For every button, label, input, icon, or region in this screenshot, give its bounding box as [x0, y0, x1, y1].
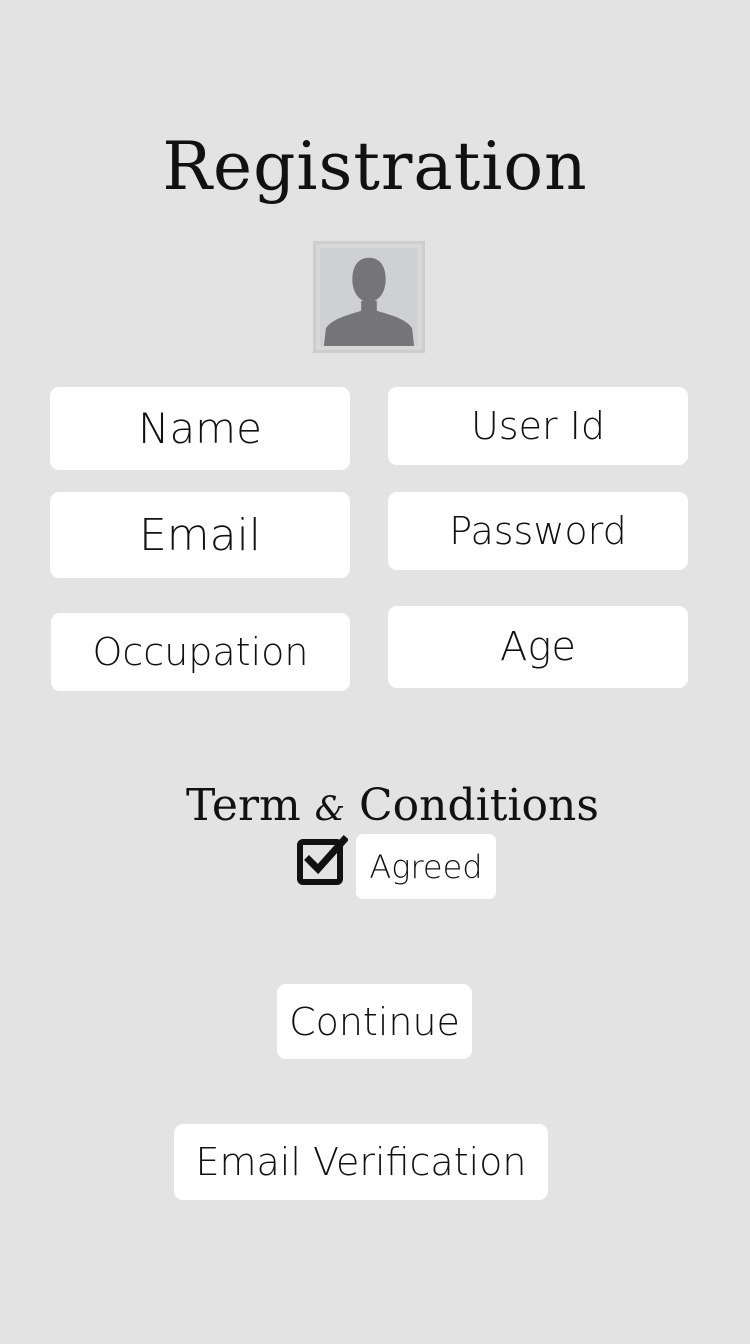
occupation-field[interactable]: Occupation — [51, 613, 350, 691]
terms-heading: Term & Conditions — [186, 780, 616, 831]
profile-avatar[interactable] — [313, 241, 425, 353]
password-field[interactable]: Password — [388, 492, 688, 570]
agreed-label[interactable]: Agreed — [356, 834, 496, 899]
user-silhouette-icon — [320, 248, 418, 346]
age-field[interactable]: Age — [388, 606, 688, 688]
terms-ampersand: & — [314, 789, 345, 829]
user-id-field[interactable]: User Id — [388, 387, 688, 465]
page-title: Registration — [162, 128, 588, 205]
continue-button[interactable]: Continue — [277, 984, 472, 1059]
terms-term-text: Term — [186, 780, 301, 831]
name-field[interactable]: Name — [50, 387, 350, 470]
email-verification-button[interactable]: Email Verification — [174, 1124, 548, 1200]
email-field[interactable]: Email — [50, 492, 350, 578]
checkbox-checked-icon — [297, 835, 348, 885]
terms-conditions-text: Conditions — [359, 780, 599, 831]
terms-checkbox[interactable] — [296, 834, 348, 886]
avatar-image — [320, 248, 418, 346]
